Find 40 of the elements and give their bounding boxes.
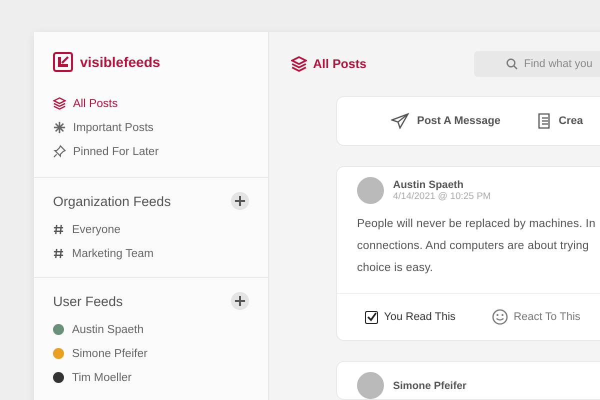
feed-item[interactable]: Simone Pfeifer (53, 344, 148, 363)
nav-item[interactable]: Important Posts (53, 118, 154, 137)
hash-icon (53, 224, 64, 235)
hash-icon (53, 248, 64, 259)
search-field[interactable]: Find what you (474, 51, 600, 77)
pin-icon (53, 145, 66, 158)
add-button[interactable] (231, 292, 249, 310)
post-text: connections. And computers are about trying (357, 239, 590, 254)
document-icon (536, 113, 551, 129)
asterisk-icon (53, 121, 66, 134)
layers-icon (291, 56, 307, 72)
search-icon (506, 58, 518, 70)
nav-item[interactable]: All Posts (53, 94, 118, 113)
react-button[interactable]: React To This (492, 309, 580, 325)
layers-icon (53, 97, 66, 110)
author-name: Simone Pfeifer (393, 380, 467, 392)
action-button[interactable]: Crea (536, 113, 584, 129)
avatar (357, 177, 384, 204)
author-name: Austin Spaeth (393, 179, 465, 191)
avatar (357, 372, 384, 399)
section-title: Organization Feeds (53, 194, 171, 208)
feed-item[interactable]: Everyone (53, 220, 121, 239)
paper-plane-icon (391, 113, 409, 129)
action-button[interactable]: Post A Message (391, 113, 501, 129)
nav-item[interactable]: Pinned For Later (53, 142, 159, 161)
feed-item[interactable]: Tim Moeller (53, 368, 132, 387)
section-title: User Feeds (53, 294, 123, 308)
smiley-icon (492, 309, 508, 325)
post-text: People will never be replaced by machines. In (357, 217, 596, 232)
plus-icon (235, 196, 245, 206)
feed-item[interactable]: Austin Spaeth (53, 320, 144, 339)
post-text: choice is easy. (357, 261, 434, 276)
read-button[interactable]: You Read This (365, 310, 456, 324)
add-button[interactable] (231, 192, 249, 210)
plus-icon (235, 296, 245, 306)
page-title: All Posts (313, 57, 366, 71)
brand-name: visiblefeeds (80, 54, 160, 70)
post-date: 4/14/2021 @ 10:25 PM (393, 191, 491, 202)
feed-item[interactable]: Marketing Team (53, 244, 154, 263)
logo-icon (53, 52, 73, 72)
